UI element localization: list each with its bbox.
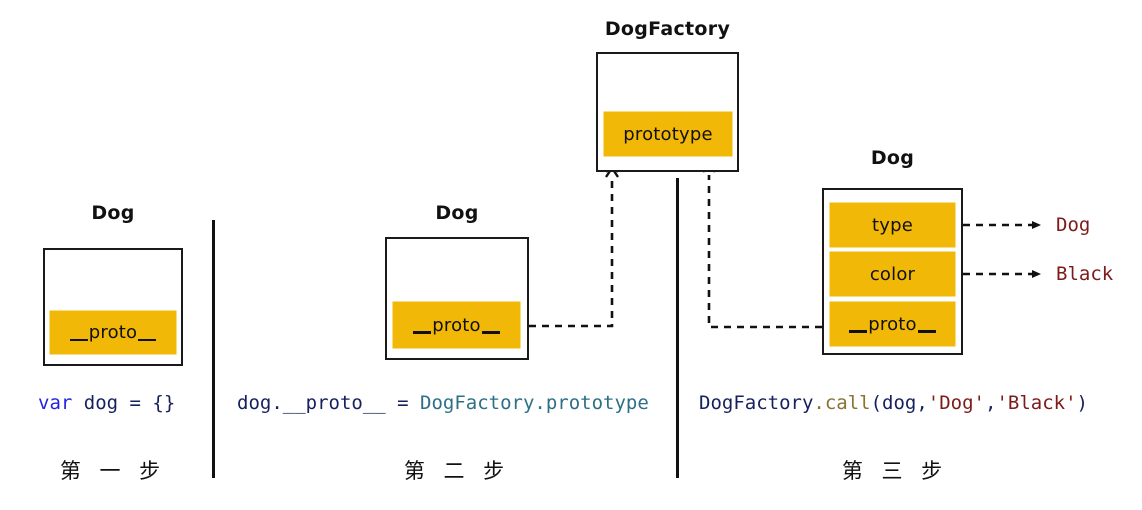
dogfactory-slot-prototype: prototype <box>605 113 731 155</box>
step3-slot-type: type <box>831 204 954 246</box>
step1-slot-proto: proto <box>51 312 175 353</box>
step3-code-token-6: ) <box>1076 392 1088 414</box>
connector-step3-proto-to-prototype <box>701 159 822 329</box>
step1-slot-proto-label: proto <box>69 322 156 343</box>
step2-slot-proto: proto <box>394 303 519 347</box>
step2-code-token-0: dog.__proto__ = <box>237 392 421 414</box>
step3-code-token-4: , <box>985 392 997 414</box>
step2-label: 第 二 步 <box>403 459 511 483</box>
step2-code-token-1: DogFactory.prototype <box>420 392 649 414</box>
step2-code: dog.__proto__ = DogFactory.prototype <box>237 392 649 414</box>
diagram-canvas: Dog proto var dog = {} 第 一 步 Dog proto d… <box>0 0 1142 510</box>
step1-label: 第 一 步 <box>59 459 167 483</box>
step1-code-token-1: dog = {} <box>72 392 176 414</box>
step3-slot-proto-label: proto <box>849 313 936 335</box>
step2-box-title: Dog <box>435 202 479 224</box>
color-value-label: Black <box>1056 263 1114 285</box>
step3-code: DogFactory.call(dog,'Dog','Black') <box>699 392 1088 414</box>
dogfactory-slot-prototype-label: prototype <box>623 123 713 145</box>
step3-code-token-2: (dog, <box>870 392 928 414</box>
step3-code-token-5: 'Black' <box>996 392 1077 414</box>
divider-1 <box>212 220 215 478</box>
step3-slot-color-label: color <box>869 263 916 285</box>
divider-2 <box>676 178 679 478</box>
step3-code-token-3: 'Dog' <box>927 392 985 414</box>
step3-box-title: Dog <box>870 147 915 169</box>
step3-slot-proto: proto <box>831 303 954 345</box>
step3-code-token-1: .call <box>813 392 871 414</box>
step3-code-token-0: DogFactory <box>699 392 814 414</box>
step3-label: 第 三 步 <box>841 459 949 483</box>
step1-code: var dog = {} <box>38 392 175 414</box>
connector-step2-proto-to-prototype <box>529 160 619 328</box>
type-value-label: Dog <box>1056 214 1091 236</box>
step2-slot-proto-label: proto <box>413 314 500 336</box>
step1-code-token-0: var <box>38 392 73 414</box>
step3-slot-color: color <box>831 253 954 295</box>
step3-slot-type-label: type <box>871 214 913 236</box>
step1-box-title: Dog <box>91 202 135 224</box>
dogfactory-box-title: DogFactory <box>604 18 731 40</box>
